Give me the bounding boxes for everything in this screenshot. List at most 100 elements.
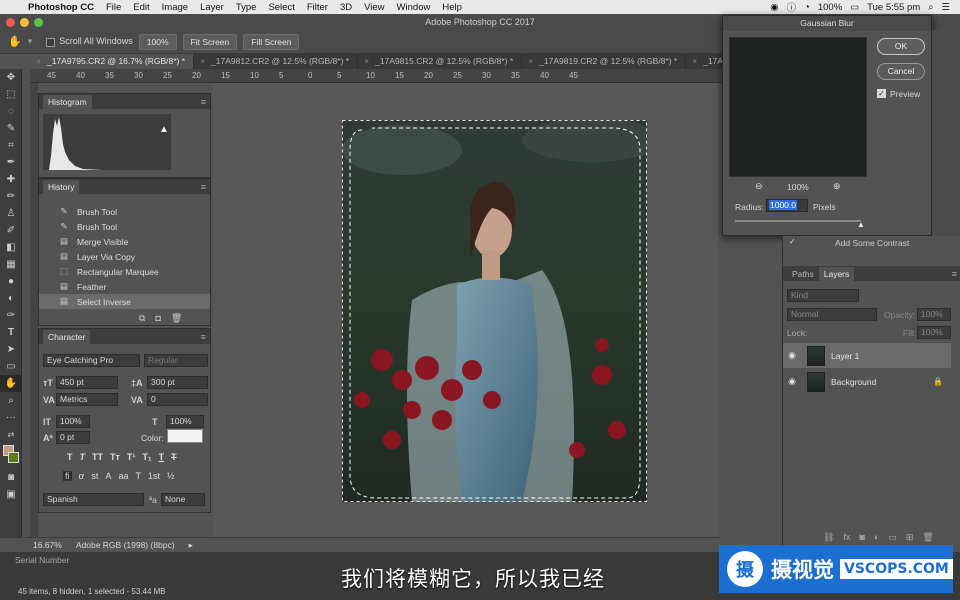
menu-3d[interactable]: 3D [340, 2, 352, 13]
clock[interactable]: Tue 5:55 pm [867, 2, 920, 13]
brush-tool-icon[interactable]: ✏ [0, 188, 22, 205]
preview-checkbox[interactable]: ✓ [877, 89, 886, 98]
new-layer-icon[interactable]: ⊞ [906, 532, 914, 543]
adjustment-check-icon[interactable]: ✓ [789, 237, 796, 246]
ok-button[interactable]: OK [877, 38, 925, 55]
history-item[interactable]: ▤ Merge Visible [39, 234, 210, 249]
history-brush-tool-icon[interactable]: ✐ [0, 222, 22, 239]
small-caps-icon[interactable]: Tт [110, 452, 120, 462]
antialias-select[interactable]: None [161, 493, 205, 506]
leading-field[interactable]: 300 pt [147, 376, 208, 389]
zoom-level[interactable]: 16.67% [33, 540, 62, 550]
blend-mode-select[interactable]: Normal [787, 308, 877, 321]
path-select-tool-icon[interactable]: ➤ [0, 341, 22, 358]
swash-icon[interactable]: st [91, 471, 98, 481]
adjustment-hint[interactable]: Add Some Contrast [835, 238, 909, 248]
menu-layer[interactable]: Layer [200, 2, 224, 13]
panel-menu-icon[interactable]: ≡ [952, 269, 957, 279]
radius-slider[interactable] [735, 220, 861, 222]
clone-stamp-tool-icon[interactable]: ♙ [0, 205, 22, 222]
rectangle-tool-icon[interactable]: ▭ [0, 358, 22, 375]
type-tool-icon[interactable]: T [0, 324, 22, 341]
gradient-tool-icon[interactable]: ▦ [0, 256, 22, 273]
search-icon[interactable]: ⌕ [928, 2, 933, 13]
layer-name[interactable]: Layer 1 [831, 351, 859, 361]
layer-name[interactable]: Background [831, 377, 876, 387]
visibility-eye-icon[interactable]: ◉ [783, 350, 801, 361]
adjustment-layer-icon[interactable]: ◐ [874, 532, 879, 543]
menu-type[interactable]: Type [236, 2, 257, 13]
history-item[interactable]: ▤ Layer Via Copy [39, 249, 210, 264]
visibility-eye-icon[interactable]: ◉ [783, 376, 801, 387]
lasso-tool-icon[interactable]: ◌ [0, 103, 22, 120]
zoom-window-button[interactable] [34, 18, 43, 27]
status-arrow-icon[interactable]: ▸ [189, 540, 193, 551]
histogram-tab[interactable]: Histogram [43, 94, 92, 109]
group-folder-icon[interactable]: ▭ [888, 532, 897, 543]
fractions-half-icon[interactable]: ½ [167, 471, 175, 481]
fx-icon[interactable]: fx [843, 532, 850, 543]
minimize-window-button[interactable] [20, 18, 29, 27]
hand-tool-icon[interactable]: ✋ [8, 35, 22, 48]
list-icon[interactable]: ☰ [941, 2, 950, 13]
document-tab[interactable]: × _17A9815.CR2 @ 12.5% (RGB/8*) * [358, 54, 523, 69]
font-style-select[interactable]: Regular [144, 354, 208, 367]
tab-paths[interactable]: Paths [787, 266, 819, 281]
document-profile[interactable]: Adobe RGB (1998) (8bpc) [76, 540, 175, 550]
move-tool-icon[interactable]: ✥ [0, 69, 22, 86]
trash-icon[interactable]: 🗑 [922, 532, 933, 543]
character-tab[interactable]: Character [43, 329, 91, 344]
text-color-swatch[interactable] [167, 429, 203, 443]
tool-preset-chevron-icon[interactable]: ▾ [28, 36, 33, 47]
info-icon[interactable]: ⓘ [787, 0, 797, 14]
menu-filter[interactable]: Filter [307, 2, 328, 13]
snapshot-camera-icon[interactable]: ◘ [155, 313, 160, 324]
layer-row[interactable]: ◉ Background 🔒 [783, 369, 951, 394]
add-mask-icon[interactable]: ◙ [859, 532, 864, 543]
faux-italic-icon[interactable]: T [80, 452, 86, 462]
underline-icon[interactable]: T [159, 452, 165, 462]
font-family-select[interactable]: Eye Catching Pro [43, 354, 140, 367]
baseline-shift-field[interactable]: 0 pt [56, 431, 90, 444]
radius-field[interactable]: 1000.0 [766, 199, 808, 212]
discretionary-ligatures-icon[interactable]: ơ [79, 471, 85, 481]
ordinals-icon[interactable]: T [135, 471, 141, 481]
record-icon[interactable]: ◉ [770, 2, 778, 13]
vertical-scale-field[interactable]: 100% [56, 415, 90, 428]
font-size-field[interactable]: 450 pt [56, 376, 118, 389]
tab-layers[interactable]: Layers [818, 266, 855, 281]
history-item[interactable]: ▤ Feather [39, 279, 210, 294]
trash-icon[interactable]: 🗑 [171, 313, 182, 324]
tracking-field[interactable]: 0 [147, 393, 208, 406]
zoom-out-icon[interactable]: ⊖ [755, 181, 763, 192]
zoom-tool-icon[interactable]: ⌕ [0, 392, 22, 409]
fit-screen-button[interactable]: Fit Screen [182, 33, 238, 50]
panel-menu-icon[interactable]: ≡ [201, 332, 206, 342]
document-tab[interactable]: × _17A9812.CR2 @ 12.5% (RGB/8*) * [194, 54, 359, 69]
menu-help[interactable]: Help [442, 2, 462, 13]
blur-preview[interactable] [729, 37, 867, 177]
ligatures-icon[interactable]: fi [63, 471, 72, 481]
scroll-all-windows-checkbox[interactable]: Scroll All Windows [46, 36, 133, 47]
horizontal-scale-field[interactable]: 100% [166, 415, 204, 428]
document-tab[interactable]: × _17A9819.CR2 @ 12.5% (RGB/8*) * [522, 54, 687, 69]
pen-tool-icon[interactable]: ✑ [0, 307, 22, 324]
quick-select-tool-icon[interactable]: ✎ [0, 120, 22, 137]
menu-image[interactable]: Image [162, 2, 188, 13]
zoom-100-button[interactable]: 100% [138, 33, 177, 50]
fractions-icon[interactable]: 1st [148, 471, 160, 481]
menu-file[interactable]: File [106, 2, 121, 13]
kerning-field[interactable]: Metrics [56, 393, 118, 406]
language-select[interactable]: Spanish [43, 493, 144, 506]
quick-mask-icon[interactable]: ◙ [0, 469, 22, 486]
titling-alternates-icon[interactable]: aa [118, 471, 128, 481]
radius-slider-thumb[interactable]: ▲ [857, 220, 865, 229]
wifi-icon[interactable]: ◔ [804, 2, 810, 13]
panel-menu-icon[interactable]: ≡ [201, 97, 206, 107]
more-tools-icon[interactable]: ··· [0, 409, 22, 426]
subscript-icon[interactable]: T₁ [142, 452, 151, 462]
fill-screen-button[interactable]: Fill Screen [243, 33, 300, 50]
link-layers-icon[interactable]: ⛓ [823, 532, 834, 543]
close-tab-icon[interactable]: × [364, 56, 369, 66]
cancel-button[interactable]: Cancel [877, 63, 925, 80]
